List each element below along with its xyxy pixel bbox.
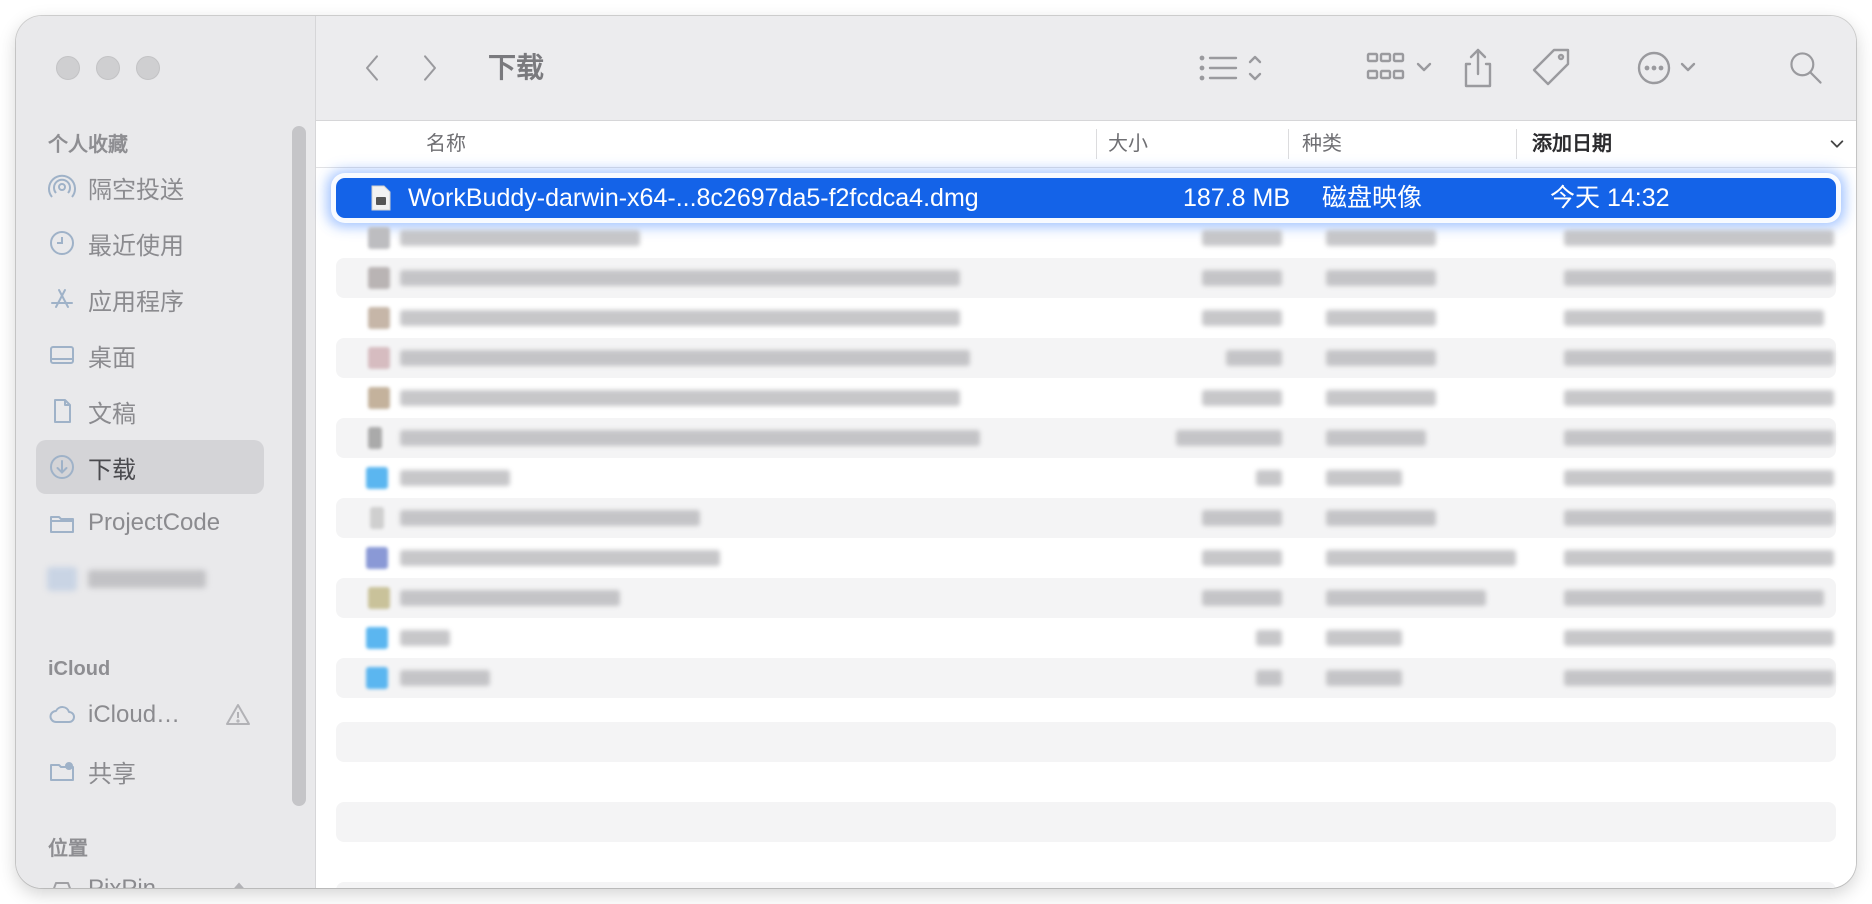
sidebar-item-label: 隔空投送 xyxy=(88,176,184,204)
share-icon xyxy=(1464,48,1492,88)
file-row-redacted[interactable] xyxy=(336,498,1836,538)
search-button[interactable] xyxy=(1784,46,1828,90)
column-date-added[interactable]: 添加日期 xyxy=(1532,121,1612,167)
sidebar-item-airdrop[interactable]: 隔空投送 xyxy=(36,160,264,214)
column-separator[interactable] xyxy=(1288,129,1289,159)
finder-window: 个人收藏 隔空投送 最近使用 应用程序 桌面 文稿 下载 ProjectCode… xyxy=(16,16,1856,888)
file-row-redacted[interactable] xyxy=(336,298,1836,338)
file-row-selected[interactable]: WorkBuddy-darwin-x64-...8c2697da5-f2fcdc… xyxy=(336,178,1836,218)
sidebar-item-redacted[interactable] xyxy=(36,552,264,606)
sidebar-item-desktop[interactable]: 桌面 xyxy=(36,328,264,382)
folder-row-redacted[interactable] xyxy=(336,458,1836,498)
file-row-redacted[interactable] xyxy=(336,338,1836,378)
download-icon xyxy=(36,440,88,494)
favorites-section-title: 个人收藏 xyxy=(48,134,128,156)
sidebar-item-documents[interactable]: 文稿 xyxy=(36,384,264,438)
sidebar-item-label: 应用程序 xyxy=(88,288,184,316)
file-row-redacted[interactable] xyxy=(336,218,1836,258)
apps-icon xyxy=(36,272,88,326)
column-kind[interactable]: 种类 xyxy=(1302,121,1342,167)
file-kind: 磁盘映像 xyxy=(1322,184,1423,212)
sidebar-item-downloads[interactable]: 下载 xyxy=(36,440,264,494)
sidebar-item-label: 最近使用 xyxy=(88,232,184,260)
tag-icon xyxy=(1532,48,1570,86)
redacted-label xyxy=(88,570,206,588)
sidebar: 个人收藏 隔空投送 最近使用 应用程序 桌面 文稿 下载 ProjectCode… xyxy=(16,16,316,888)
shared-folder-icon xyxy=(36,744,88,798)
sidebar-item-label: 下载 xyxy=(88,456,136,484)
sidebar-item-applications[interactable]: 应用程序 xyxy=(36,272,264,326)
chevron-right-icon xyxy=(424,55,436,81)
sidebar-item-recents[interactable]: 最近使用 xyxy=(36,216,264,270)
column-separator[interactable] xyxy=(1516,129,1517,159)
column-name[interactable]: 名称 xyxy=(426,121,466,167)
group-button[interactable] xyxy=(1364,46,1440,90)
window-title: 下载 xyxy=(488,52,545,83)
warning-icon xyxy=(224,701,252,729)
sidebar-item-projectcode[interactable]: ProjectCode xyxy=(36,496,264,550)
sidebar-item-label: 文稿 xyxy=(88,400,136,428)
file-list: WorkBuddy-darwin-x64-...8c2697da5-f2fcdc… xyxy=(316,168,1856,888)
empty-row xyxy=(336,802,1836,842)
toolbar: 下载 xyxy=(316,16,1856,121)
eject-icon[interactable] xyxy=(226,876,252,888)
file-row-redacted[interactable] xyxy=(336,538,1836,578)
document-icon xyxy=(36,384,88,438)
folder-row-redacted[interactable] xyxy=(336,658,1836,698)
sidebar-item-label: ProjectCode xyxy=(88,509,221,536)
desktop-icon xyxy=(36,328,88,382)
drive-icon xyxy=(36,862,88,888)
more-icon xyxy=(1637,51,1696,85)
back-button[interactable] xyxy=(352,46,392,90)
chevron-left-icon xyxy=(366,55,378,81)
zoom-window-button[interactable] xyxy=(136,56,160,80)
dmg-file-icon xyxy=(371,185,391,211)
file-row-redacted[interactable] xyxy=(336,258,1836,298)
icloud-section-title: iCloud xyxy=(48,658,111,680)
clock-icon xyxy=(36,216,88,270)
close-window-button[interactable] xyxy=(56,56,80,80)
file-date: 今天 14:32 xyxy=(1550,184,1670,212)
share-button[interactable] xyxy=(1456,46,1500,90)
sidebar-item-shared[interactable]: 共享 xyxy=(36,744,264,798)
sort-chevron-down-icon[interactable] xyxy=(1828,121,1846,167)
sidebar-scrollbar[interactable] xyxy=(292,126,306,806)
sidebar-item-label: PixPin xyxy=(88,875,156,888)
column-size[interactable]: 大小 xyxy=(1108,121,1148,167)
column-header: 名称 大小 种类 添加日期 xyxy=(316,121,1856,168)
window-controls xyxy=(56,56,160,80)
empty-row xyxy=(336,882,1836,888)
grid-view-icon xyxy=(1366,52,1432,80)
file-row-redacted[interactable] xyxy=(336,418,1836,458)
sidebar-item-label: iCloud… xyxy=(88,701,181,728)
file-size: 187.8 MB xyxy=(1182,184,1290,212)
column-separator[interactable] xyxy=(1096,129,1097,159)
locations-section-title: 位置 xyxy=(48,838,88,860)
list-view-icon xyxy=(1199,55,1262,81)
search-icon xyxy=(1790,52,1822,84)
airdrop-icon xyxy=(36,160,88,214)
sidebar-item-label: 共享 xyxy=(88,760,136,788)
more-actions-button[interactable] xyxy=(1634,46,1710,90)
file-row-redacted[interactable] xyxy=(336,578,1836,618)
minimize-window-button[interactable] xyxy=(96,56,120,80)
sidebar-item-pixpin[interactable]: PixPin xyxy=(36,862,264,888)
view-options-button[interactable] xyxy=(1196,46,1276,90)
tag-button[interactable] xyxy=(1530,46,1574,90)
forward-button[interactable] xyxy=(410,46,450,90)
sidebar-item-icloud-drive[interactable]: iCloud… xyxy=(36,688,264,742)
file-row-redacted[interactable] xyxy=(336,378,1836,418)
file-name: WorkBuddy-darwin-x64-...8c2697da5-f2fcdc… xyxy=(408,184,979,212)
folder-icon xyxy=(36,496,88,550)
redacted-icon xyxy=(36,552,88,606)
empty-row xyxy=(336,722,1836,762)
sidebar-item-label: 桌面 xyxy=(88,344,136,372)
cloud-icon xyxy=(36,688,88,742)
folder-row-redacted[interactable] xyxy=(336,618,1836,658)
